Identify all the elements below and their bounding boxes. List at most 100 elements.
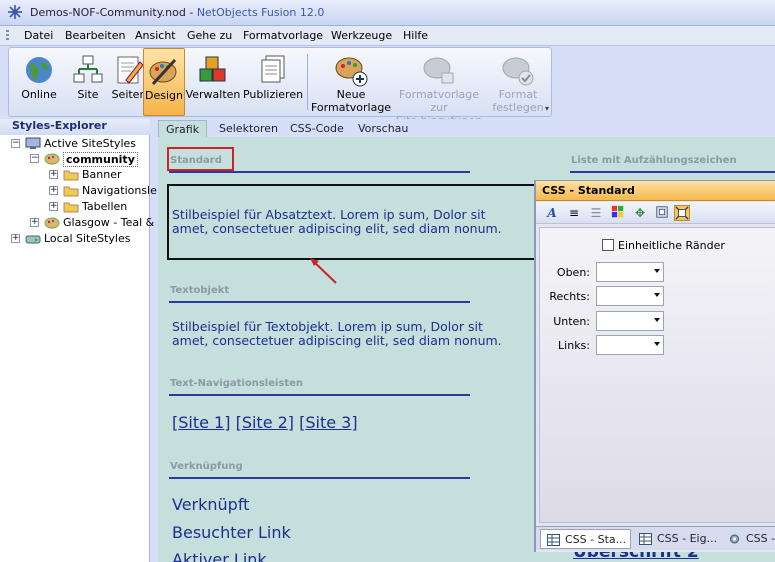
text-navbar-sample: [Site 1] [Site 2] [Site 3] <box>172 413 358 432</box>
rechts-label: Rechts: <box>549 290 590 303</box>
list-icon[interactable]: ☰ <box>588 205 604 221</box>
rechts-select[interactable] <box>596 286 664 306</box>
link-sample-besucht[interactable]: Besuchter Link <box>172 523 291 542</box>
nav-link-site3[interactable]: Site 3 <box>305 413 351 432</box>
collapse-icon[interactable]: − <box>11 139 20 148</box>
links-select[interactable] <box>596 335 664 355</box>
section-heading-textobjekt: Textobjekt <box>170 285 230 296</box>
menu-gehe-zu[interactable]: Gehe zu <box>187 29 232 42</box>
tab-css-code[interactable]: CSS-Code <box>283 120 351 137</box>
nav-link-site1[interactable]: Site 1 <box>178 413 224 432</box>
section-rule <box>570 171 775 173</box>
nav-link-site2[interactable]: Site 2 <box>242 413 288 432</box>
border-icon[interactable] <box>654 205 670 221</box>
palette-check-icon <box>502 57 534 86</box>
title-bar: Demos-NOF-Community.nod - NetObjects Fus… <box>0 0 775 26</box>
menu-grip[interactable] <box>6 30 9 42</box>
section-rule <box>169 477 470 479</box>
palette-add-icon <box>335 57 368 87</box>
format-festlegen-label: Format festlegen <box>492 88 544 114</box>
css-grid-icon <box>547 534 560 546</box>
expand-icon[interactable]: + <box>30 218 39 227</box>
menu-bearbeiten[interactable]: Bearbeiten <box>65 29 125 42</box>
toolbar-overflow-icon[interactable]: ▾ <box>542 104 552 116</box>
css-grid-icon <box>639 533 652 545</box>
folder-icon <box>63 186 79 197</box>
expand-icon[interactable]: + <box>49 170 58 179</box>
globe-icon <box>26 57 52 83</box>
site-button[interactable]: Site <box>67 48 109 116</box>
main-toolbar: Online Site Seiten Design Verwalten Publ… <box>8 47 552 127</box>
einheitliche-raender-checkbox[interactable] <box>602 239 614 251</box>
verwalten-button[interactable]: Verwalten <box>185 48 241 116</box>
collapse-icon[interactable]: − <box>30 154 39 163</box>
design-label: Design <box>145 89 183 102</box>
neue-formatvorlage-button[interactable]: Neue Formatvorlage <box>311 48 391 116</box>
unten-select[interactable] <box>596 311 664 331</box>
tree-banner[interactable]: + Banner <box>49 167 149 183</box>
menu-werkzeuge[interactable]: Werkzeuge <box>331 29 392 42</box>
menu-datei[interactable]: Datei <box>24 29 53 42</box>
margins-icon[interactable] <box>674 205 690 221</box>
verwalten-label: Verwalten <box>185 88 241 101</box>
tree-active-sitestyles[interactable]: − Active SiteStyles <box>11 136 149 152</box>
menu-bar: Datei Bearbeiten Ansicht Gehe zu Formatv… <box>0 26 775 46</box>
css-panel-body: Einheitliche Ränder Oben: Rechts: Unten:… <box>539 227 775 523</box>
tree-community[interactable]: − community <box>30 151 149 167</box>
chevron-down-icon <box>654 342 660 346</box>
einheitliche-raender-label: Einheitliche Ränder <box>618 239 725 252</box>
link-sample-aktiv[interactable]: Aktiver Link <box>172 550 267 562</box>
section-rule <box>169 394 470 396</box>
window-title: Demos-NOF-Community.nod - NetObjects Fus… <box>30 6 325 19</box>
textobjekt-sample-text: Stilbeispiel für Textobjekt. Lorem ip su… <box>172 319 502 348</box>
expand-icon[interactable]: + <box>49 202 58 211</box>
section-rule <box>169 301 470 303</box>
tree-tabellen[interactable]: + Tabellen <box>49 199 149 215</box>
tab-css-third[interactable]: CSS - <box>722 529 775 549</box>
tab-css-standard[interactable]: CSS - Sta... <box>540 529 632 549</box>
color-fill-icon[interactable] <box>610 205 626 221</box>
design-button[interactable]: Design <box>143 48 185 116</box>
css-gear-icon <box>730 534 739 544</box>
tree-glasgow[interactable]: + Glasgow - Teal & <box>30 215 154 231</box>
palette-site-icon <box>423 57 454 84</box>
css-panel-title: CSS - Standard <box>536 181 775 201</box>
tab-css-eigenschaften[interactable]: CSS - Eig... <box>633 529 721 549</box>
menu-ansicht[interactable]: Ansicht <box>135 29 176 42</box>
align-justify-icon[interactable]: ≡ <box>566 205 582 221</box>
section-heading-textnav: Text-Navigationsleisten <box>170 378 304 389</box>
neue-formatvorlage-label: Neue Formatvorlage <box>311 88 392 114</box>
link-sample-verknuepft[interactable]: Verknüpft <box>172 495 249 514</box>
menu-formatvorlage[interactable]: Formatvorlage <box>243 29 323 42</box>
move-icon[interactable]: ✥ <box>632 205 648 221</box>
palette-icon <box>44 153 60 165</box>
chevron-down-icon <box>654 318 660 322</box>
explorer-title: Styles-Explorer <box>0 119 150 135</box>
css-standard-panel: CSS - Standard A ≡ ☰ ✥ Einheitliche Ränd… <box>534 180 775 552</box>
sitemap-icon <box>73 55 103 83</box>
format-festlegen-button[interactable]: Format festlegen <box>487 48 549 116</box>
tab-grafik[interactable]: Grafik <box>158 120 208 137</box>
tree-navigation[interactable]: + Navigationsle <box>49 183 157 199</box>
toolbar-separator <box>307 54 308 110</box>
pointer-arrow-icon <box>310 258 337 284</box>
palette-icon <box>44 217 60 229</box>
expand-icon[interactable]: + <box>11 234 20 243</box>
oben-select[interactable] <box>596 262 664 282</box>
tree-local-sitestyles[interactable]: + Local SiteStyles <box>11 231 149 247</box>
unten-label: Unten: <box>553 315 590 328</box>
online-button[interactable]: Online <box>11 48 67 116</box>
publizieren-button[interactable]: Publizieren <box>241 48 305 116</box>
tab-vorschau[interactable]: Vorschau <box>351 120 415 137</box>
section-heading-verknuepfung: Verknüpfung <box>170 461 243 472</box>
palette-brush-icon <box>149 58 177 86</box>
site-label: Site <box>77 88 99 101</box>
formatvorlage-hinzufuegen-button[interactable]: Formatvorlage zurSite hinzufügen <box>391 48 487 127</box>
folder-icon <box>63 170 79 181</box>
expand-icon[interactable]: + <box>49 186 58 195</box>
chevron-down-icon <box>654 293 660 297</box>
tab-selektoren[interactable]: Selektoren <box>212 120 285 137</box>
view-tabs: Grafik Selektoren CSS-Code Vorschau <box>150 119 775 137</box>
menu-hilfe[interactable]: Hilfe <box>403 29 428 42</box>
font-style-icon[interactable]: A <box>544 205 560 221</box>
